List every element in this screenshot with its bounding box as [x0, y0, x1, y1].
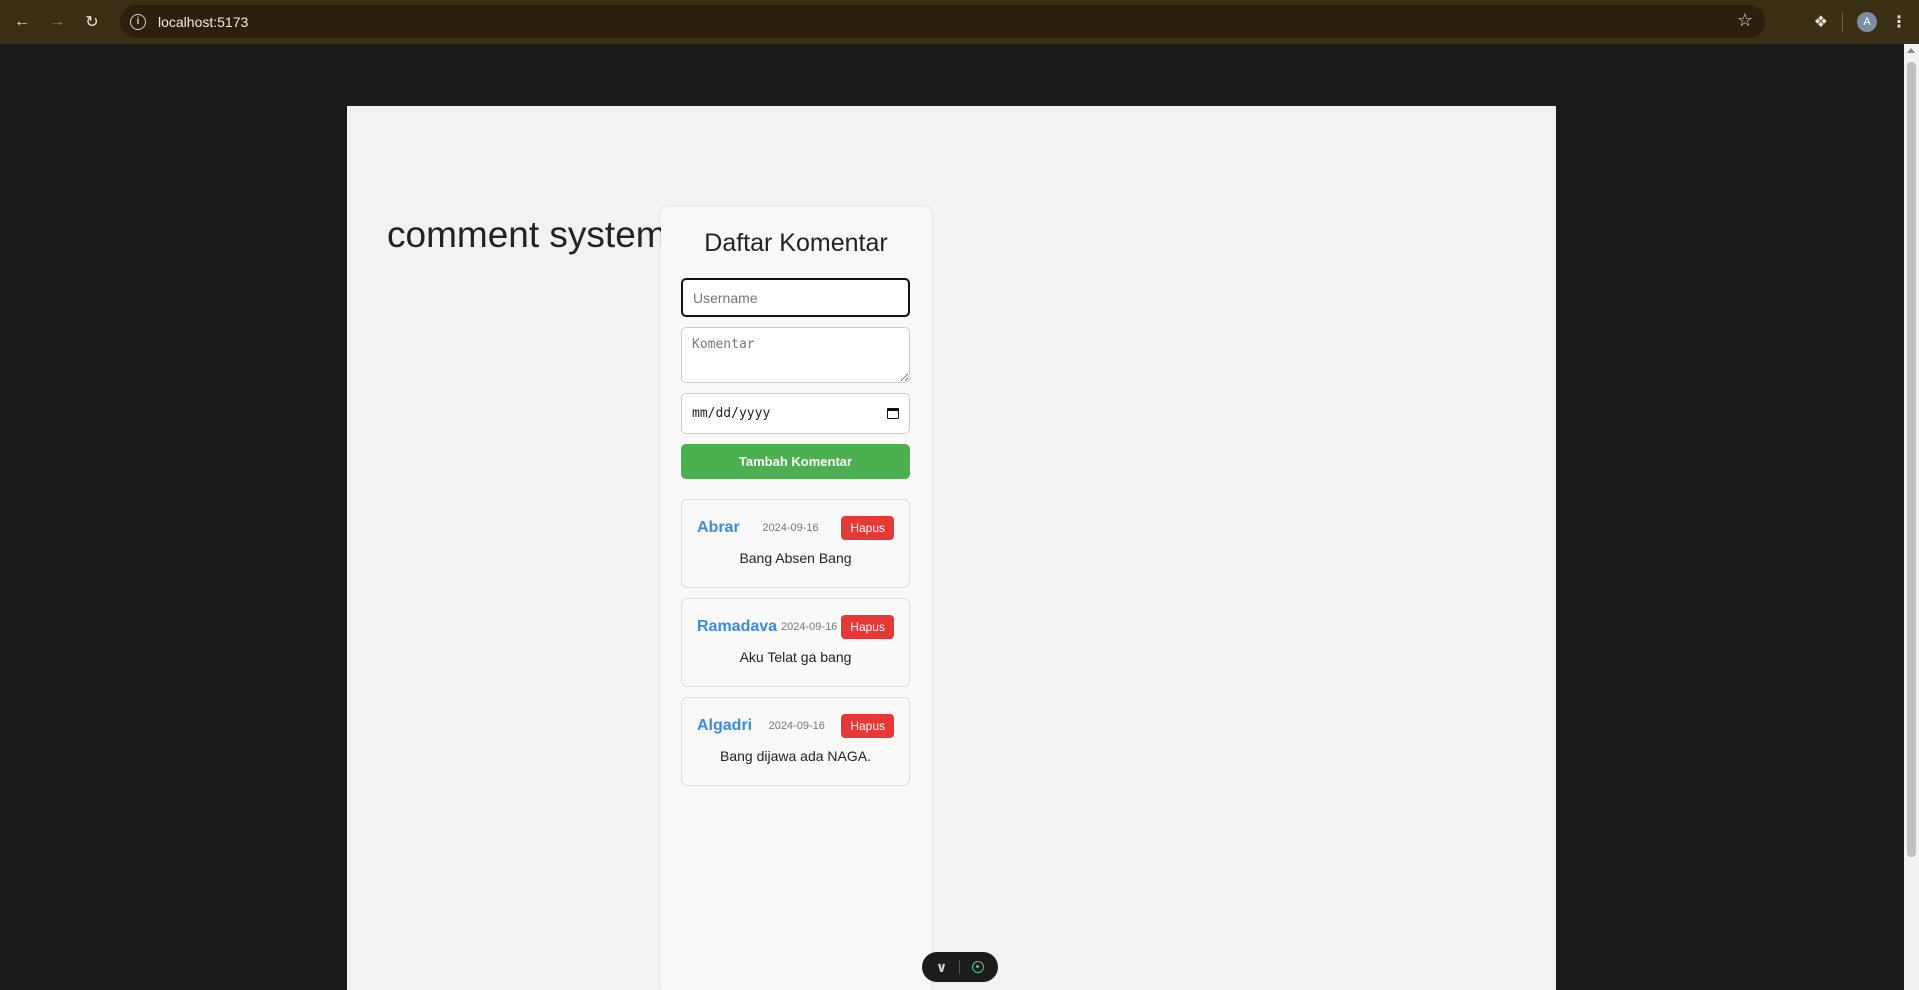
- star-icon[interactable]: ☆: [1737, 10, 1753, 31]
- dev-toolbar[interactable]: ∨: [922, 952, 998, 982]
- scrollbar-thumb[interactable]: [1907, 62, 1916, 857]
- comment-card: Ramadava 2024-09-16 Hapus Aku Telat ga b…: [681, 598, 910, 687]
- url-text[interactable]: localhost:5173: [158, 14, 248, 30]
- comment-card: Abrar 2024-09-16 Hapus Bang Absen Bang: [681, 499, 910, 588]
- komentar-textarea[interactable]: [681, 327, 910, 383]
- date-placeholder: mm/dd/yyyy: [692, 406, 771, 421]
- page-title: comment system: [387, 214, 667, 255]
- delete-button[interactable]: Hapus: [841, 615, 894, 639]
- vite-logo-icon[interactable]: ∨: [936, 959, 947, 976]
- username-input[interactable]: [681, 278, 910, 317]
- inspect-target-icon[interactable]: [972, 961, 985, 973]
- date-input[interactable]: mm/dd/yyyy: [681, 393, 910, 434]
- toolbar-divider: [959, 960, 961, 974]
- delete-button[interactable]: Hapus: [841, 516, 894, 540]
- browser-toolbar: ← → ↻ i localhost:5173 ☆ ❖ A ⋮: [0, 0, 1919, 44]
- comment-date: 2024-09-16: [781, 621, 838, 633]
- extensions-icon[interactable]: ❖: [1814, 12, 1828, 32]
- menu-icon[interactable]: ⋮: [1891, 12, 1907, 32]
- comment-date: 2024-09-16: [768, 720, 825, 732]
- reload-icon[interactable]: ↻: [79, 9, 105, 35]
- scroll-up-arrow[interactable]: [1907, 48, 1915, 53]
- avatar[interactable]: A: [1857, 12, 1877, 32]
- comment-username: Ramadava: [697, 618, 778, 635]
- comment-date: 2024-09-16: [762, 522, 819, 534]
- comment-text: Aku Telat ga bang: [739, 649, 852, 665]
- info-icon[interactable]: i: [130, 13, 146, 30]
- panel-title: Daftar Komentar: [704, 229, 888, 257]
- comment-text: Bang Absen Bang: [739, 550, 852, 566]
- forward-icon[interactable]: →: [44, 9, 70, 35]
- back-icon[interactable]: ←: [9, 9, 35, 35]
- toolbar-divider: [1842, 12, 1843, 32]
- app-root: comment system Daftar Komentar mm/dd/yyy…: [347, 106, 1556, 990]
- comment-username: Algadri: [697, 717, 753, 734]
- delete-button[interactable]: Hapus: [841, 714, 894, 738]
- calendar-icon[interactable]: [887, 408, 899, 419]
- scrollbar[interactable]: [1904, 44, 1919, 990]
- address-bar[interactable]: i localhost:5173 ☆: [120, 5, 1765, 38]
- add-comment-button[interactable]: Tambah Komentar: [681, 444, 910, 479]
- comment-username: Abrar: [697, 519, 740, 536]
- comment-text: Bang dijawa ada NAGA.: [720, 748, 871, 764]
- comment-card: Algadri 2024-09-16 Hapus Bang dijawa ada…: [681, 697, 910, 786]
- comment-panel: Daftar Komentar mm/dd/yyyy Tambah Koment…: [661, 207, 931, 990]
